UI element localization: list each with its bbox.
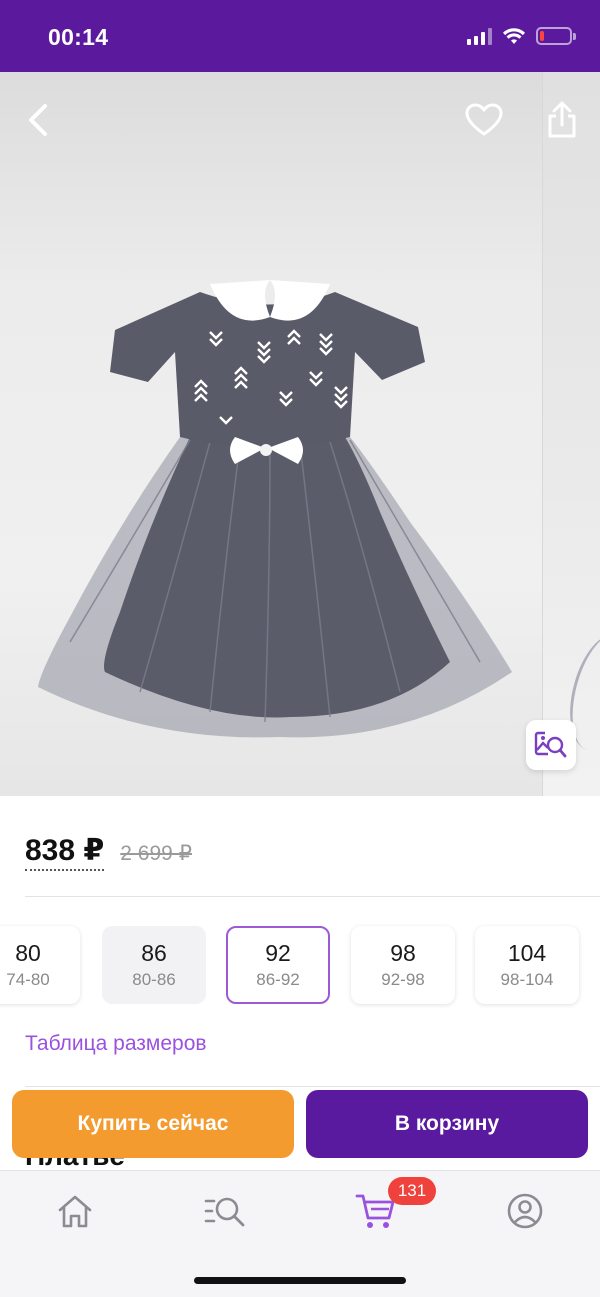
cellular-signal-icon	[467, 27, 492, 45]
share-button[interactable]	[540, 98, 584, 142]
nav-catalog[interactable]	[195, 1189, 255, 1233]
size-range: 74-80	[6, 970, 50, 989]
size-option[interactable]: 86 80-86	[102, 926, 206, 1004]
back-button[interactable]	[16, 98, 60, 142]
divider	[25, 1086, 600, 1087]
size-range: 98-104	[500, 970, 554, 989]
add-to-cart-button[interactable]: В корзину	[306, 1090, 588, 1158]
size-option[interactable]: 80 74-80	[0, 926, 80, 1004]
home-indicator[interactable]	[194, 1277, 406, 1284]
heart-icon	[465, 103, 503, 136]
price-row: 838 ₽ 2 699 ₽	[25, 834, 192, 871]
size-table-link[interactable]: Таблица размеров	[25, 1032, 207, 1056]
divider	[25, 896, 600, 897]
product-image-gallery[interactable]	[0, 72, 600, 796]
nav-profile[interactable]	[495, 1189, 555, 1233]
back-icon	[29, 104, 47, 136]
current-price[interactable]: 838 ₽	[25, 834, 105, 871]
size-range: 92-98	[381, 970, 425, 989]
share-icon	[548, 101, 576, 138]
size-value: 104	[507, 940, 547, 966]
next-image-peek[interactable]	[542, 72, 600, 796]
size-option[interactable]: 98 92-98	[351, 926, 455, 1004]
product-page: 00:14 838 ₽ 2 699 ₽ 80 74-80 86 80-86 92…	[0, 0, 600, 1297]
profile-icon	[507, 1193, 543, 1229]
product-photo-dress	[38, 280, 512, 738]
size-range: 80-86	[132, 970, 176, 989]
size-value: 86	[141, 940, 167, 966]
old-price: 2 699 ₽	[120, 842, 193, 865]
status-bar: 00:14	[0, 0, 600, 72]
nav-home[interactable]	[45, 1189, 105, 1233]
size-value: 80	[15, 940, 41, 966]
size-option-selected[interactable]: 92 86-92	[226, 926, 330, 1004]
image-search-icon	[534, 731, 567, 758]
cart-count-badge: 131	[388, 1177, 436, 1205]
size-range: 86-92	[256, 970, 300, 989]
size-value: 98	[390, 940, 416, 966]
catalog-search-icon	[204, 1197, 245, 1227]
image-search-button[interactable]	[526, 720, 576, 770]
battery-icon	[536, 27, 576, 45]
home-icon	[58, 1195, 92, 1228]
size-option[interactable]: 104 98-104	[475, 926, 579, 1004]
status-icons	[467, 27, 576, 45]
favorite-button[interactable]	[462, 98, 506, 142]
buy-now-button[interactable]: Купить сейчас	[12, 1090, 294, 1158]
size-selector: 80 74-80 86 80-86 92 86-92 98 92-98 104 …	[0, 926, 600, 1006]
wifi-icon	[503, 28, 525, 44]
size-value: 92	[265, 940, 291, 966]
status-time: 00:14	[48, 24, 109, 50]
